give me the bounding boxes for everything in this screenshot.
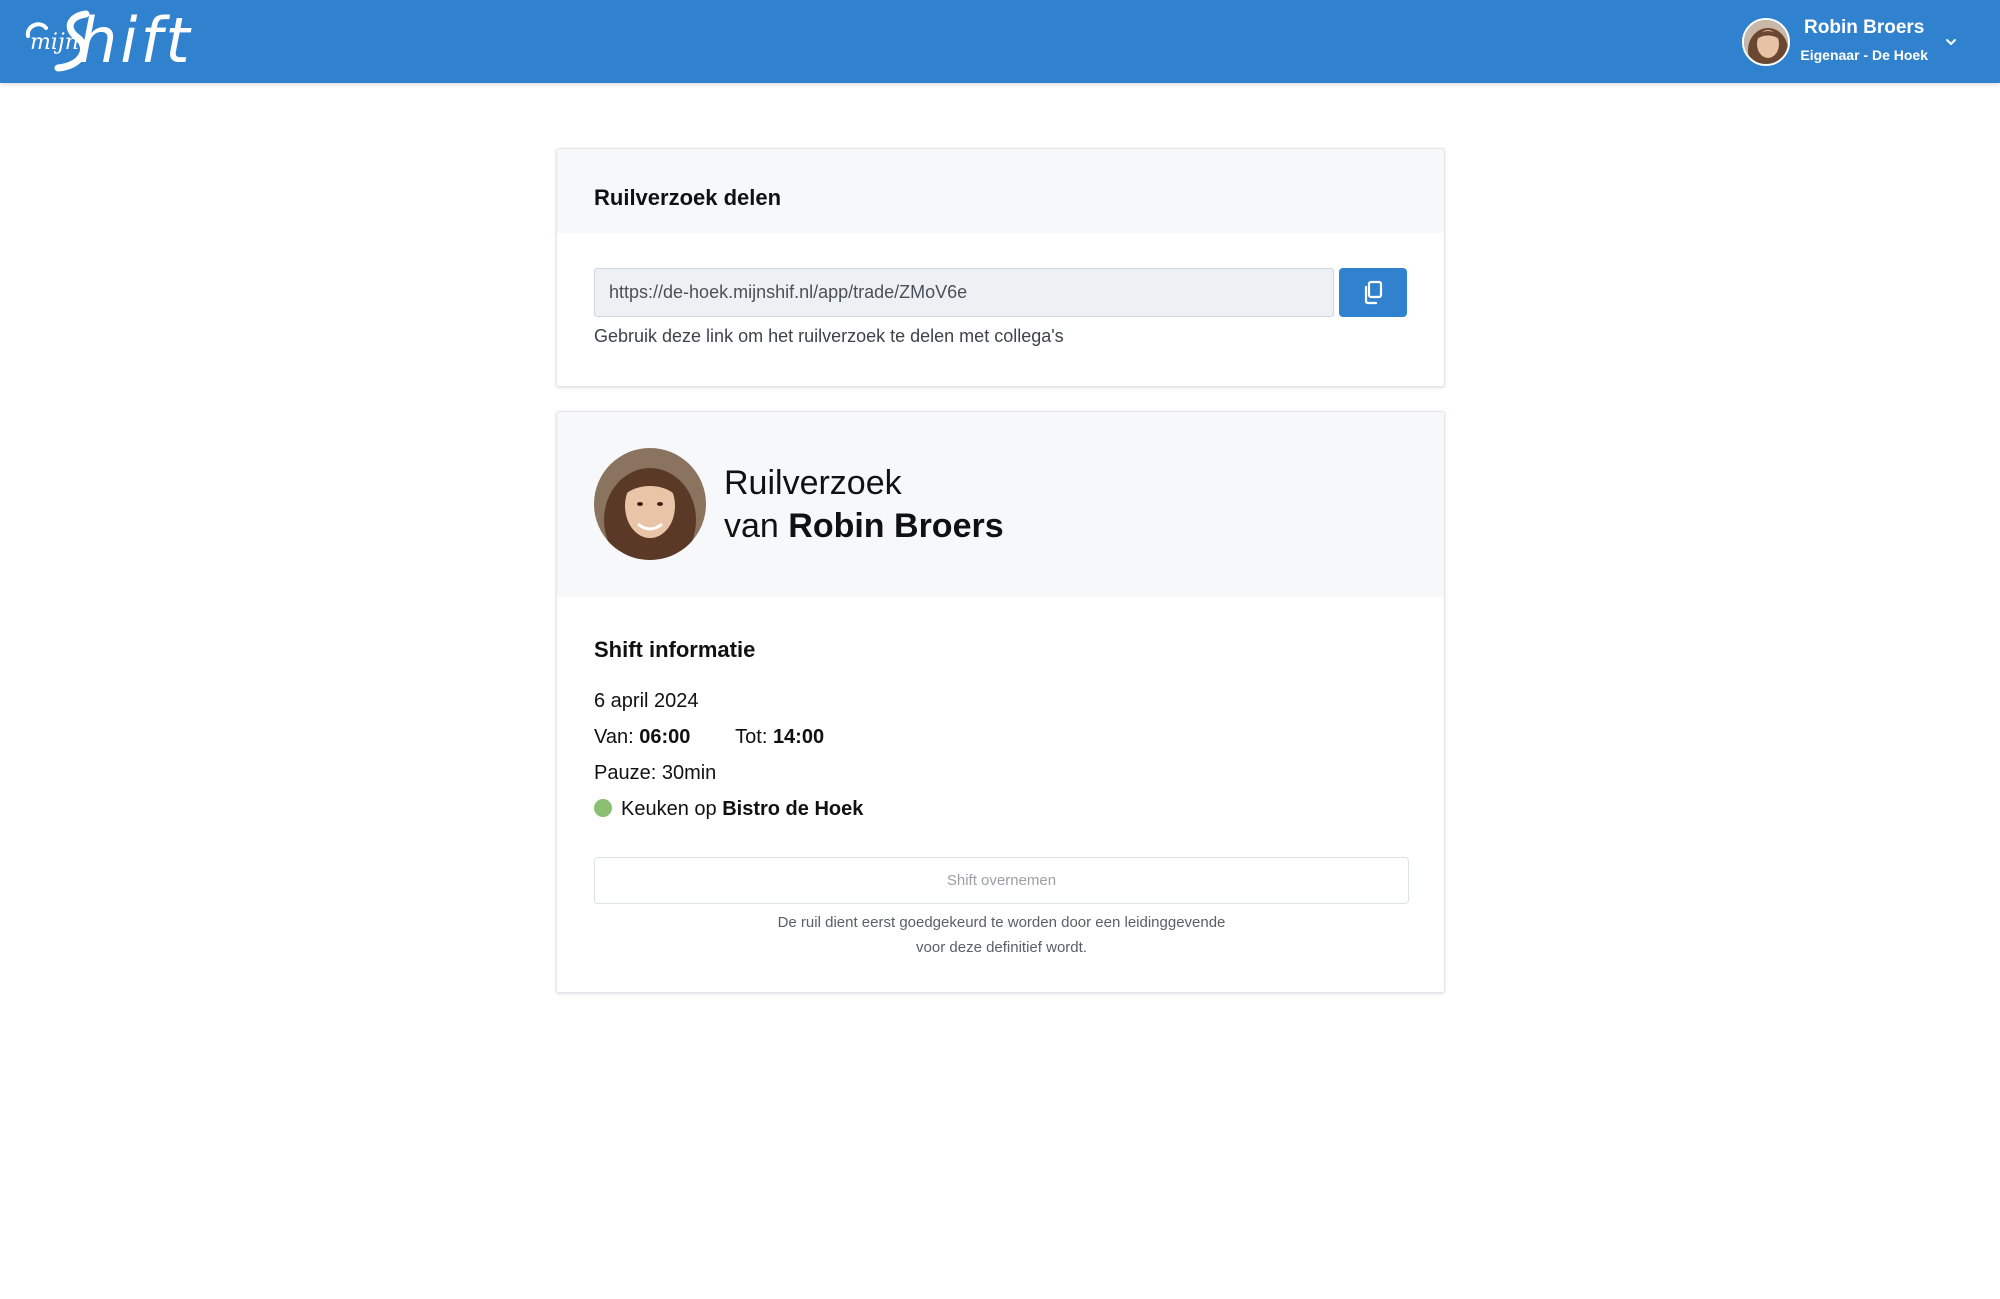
from-time: 06:00 [639, 726, 691, 748]
logo-hift-text: hift [78, 4, 193, 77]
avatar [1742, 18, 1791, 66]
approval-note-line1: De ruil dient eerst goedgekeurd te worde… [777, 914, 1226, 931]
shift-date: 6 april 2024 [594, 690, 699, 712]
card-header: Ruilverzoek delen [557, 149, 1444, 233]
shift-pause: Pauze: 30min [594, 762, 717, 784]
copy-icon [1364, 280, 1383, 304]
location-joiner: op [688, 798, 723, 820]
user-menu[interactable]: Robin Broers Eigenaar - De Hoek [1742, 14, 1958, 70]
request-title-prefix: van [724, 507, 789, 545]
copy-link-button[interactable] [1339, 268, 1407, 317]
to-label: Tot: [735, 726, 773, 748]
trade-request-card: Ruilverzoek van Robin Broers Shift infor… [556, 411, 1445, 993]
share-link-help-text: Gebruik deze link om het ruilverzoek te … [594, 326, 1064, 346]
request-title: Ruilverzoek van Robin Broers [724, 462, 1004, 548]
approval-note: De ruil dient eerst goedgekeurd te worde… [594, 910, 1409, 960]
department-name: Keuken [621, 798, 689, 820]
request-title-line1: Ruilverzoek [724, 464, 902, 502]
request-title-line2: van Robin Broers [724, 505, 1004, 548]
location-name: Bistro de Hoek [722, 798, 864, 820]
user-role: Eigenaar - De Hoek [1800, 47, 1928, 63]
mijnshift-logo[interactable]: mijn hift [24, 4, 190, 77]
from-label: Van: [594, 726, 640, 748]
requester-name: Robin Broers [788, 507, 1004, 545]
logo-mijn-text: mijn [30, 30, 79, 55]
chevron-down-icon[interactable] [1944, 35, 1958, 49]
user-info: Robin Broers Eigenaar - De Hoek [1800, 15, 1928, 69]
top-navigation-bar: mijn hift Robin Broers Eigenaar - De Hoe… [0, 0, 2000, 83]
card-title: Ruilverzoek delen [594, 185, 782, 210]
shift-info-title: Shift informatie [594, 637, 756, 662]
share-link-input[interactable] [594, 268, 1334, 317]
share-request-card: Ruilverzoek delen Gebruik deze link om h… [556, 148, 1445, 387]
shift-location: Keuken op Bistro de Hoek [594, 798, 863, 821]
to-time: 14:00 [772, 726, 825, 748]
shift-times: Van: 06:00 Tot: 14:00 [594, 726, 824, 749]
share-link-row [594, 268, 1409, 317]
requester-avatar [594, 448, 706, 560]
department-color-dot [594, 799, 612, 817]
take-shift-button[interactable]: Shift overnemen [594, 857, 1409, 904]
request-header: Ruilverzoek van Robin Broers [557, 412, 1444, 597]
approval-note-line2: voor deze definitief wordt. [916, 939, 1087, 956]
user-name: Robin Broers [1804, 17, 1925, 38]
